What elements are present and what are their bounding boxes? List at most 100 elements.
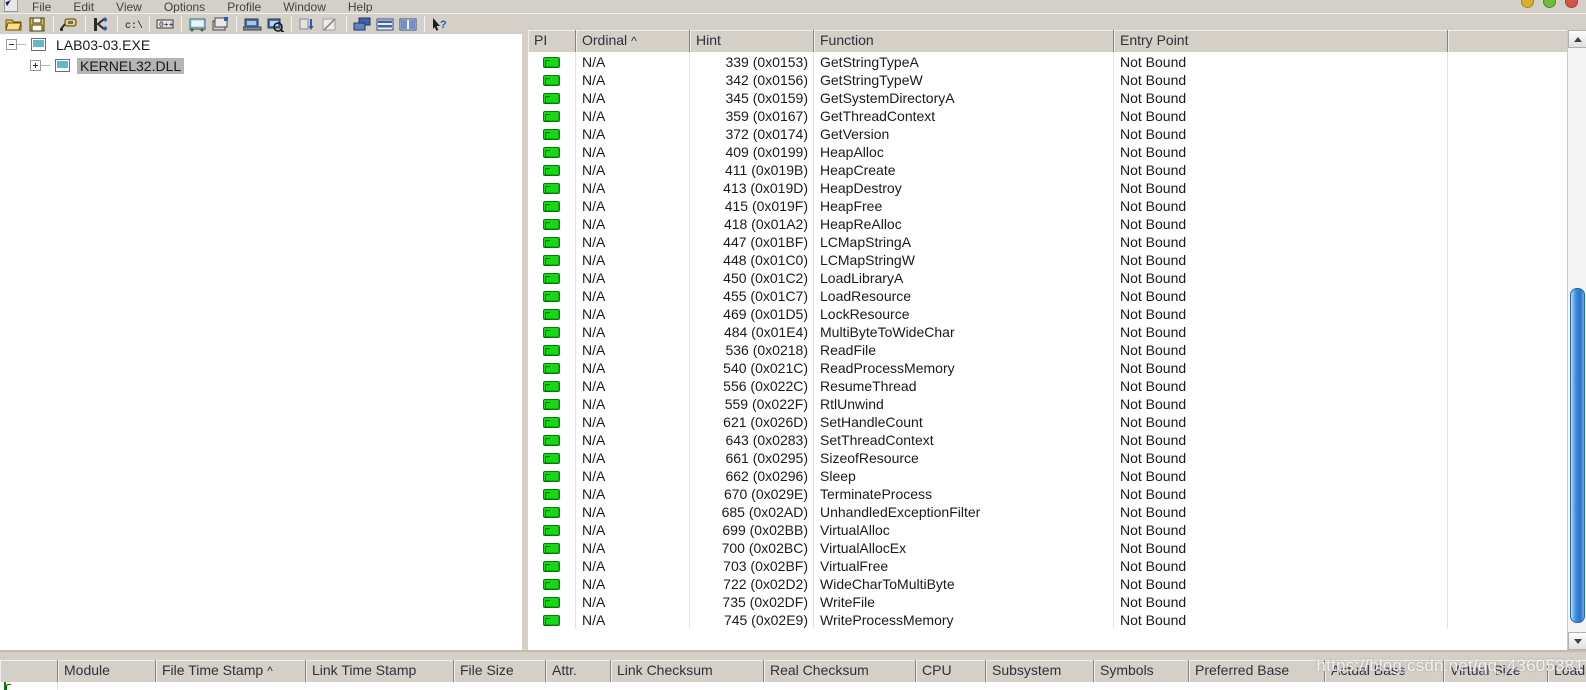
module-tree-panel[interactable]: LAB03-03.EXE KERNEL32.DLL [0,34,524,650]
cell-ordinal: N/A [576,197,690,215]
table-row[interactable]: N/A 345 (0x0159) GetSystemDirectoryA Not Bo… [528,89,1586,107]
table-row[interactable]: N/A 540 (0x021C) ReadProcessMemory Not Boun… [528,359,1586,377]
profile-icon[interactable] [319,15,341,34]
table-row[interactable]: N/A 621 (0x026D) SetHandleCount Not Bound [528,413,1586,431]
table-row[interactable]: N/A 413 (0x019D) HeapDestroy Not Bound [528,179,1586,197]
module-column-header-link-checksum[interactable]: Link Checksum [611,660,764,682]
table-row[interactable]: N/A 372 (0x0174) GetVersion Not Bound [528,125,1586,143]
menu-edit[interactable]: Edit [62,0,105,13]
menu-view[interactable]: View [105,0,153,13]
copy-icon[interactable] [351,15,373,34]
table-row[interactable]: N/A 484 (0x01E4) MultiByteToWideChar Not Bo… [528,323,1586,341]
search-path-icon[interactable] [264,15,286,34]
table-row[interactable] [0,682,1586,690]
menu-window[interactable]: Window [272,0,337,13]
cell-function: LCMapStringA [814,233,1114,251]
column-header-entry-point[interactable]: Entry Point [1114,30,1448,52]
table-row[interactable]: N/A 735 (0x02DF) WriteFile Not Bound [528,593,1586,611]
collapse-expander-icon[interactable] [6,39,17,50]
panel-splitter[interactable] [0,650,1586,660]
menu-profile[interactable]: Profile [216,0,272,13]
scroll-down-arrow-icon[interactable] [1568,632,1586,650]
maximize-button[interactable] [1543,0,1556,8]
scrollbar-track[interactable] [1568,48,1586,632]
sort-icon[interactable] [296,15,318,34]
table-row[interactable]: N/A 556 (0x022C) ResumeThread Not Bound [528,377,1586,395]
cell-ordinal: N/A [576,575,690,593]
table-row[interactable]: N/A 703 (0x02BF) VirtualFree Not Bound [528,557,1586,575]
system-info-icon[interactable] [241,15,263,34]
system-menu-icon[interactable] [1,0,21,13]
table-row[interactable]: N/A 448 (0x01C0) LCMapStringW Not Bound [528,251,1586,269]
table-row[interactable]: N/A 685 (0x02AD) UnhandledExceptionFilter N… [528,503,1586,521]
split-view-icon[interactable] [397,15,419,34]
undecorate-functions-icon[interactable] [90,15,112,34]
menu-file[interactable]: File [21,0,62,13]
expand-expander-icon[interactable] [30,60,41,71]
tree-node-root[interactable]: LAB03-03.EXE [0,34,522,55]
table-row[interactable]: N/A 700 (0x02BC) VirtualAllocEx Not Bound [528,539,1586,557]
column-header-filler[interactable] [1448,30,1576,52]
module-column-header-cpu[interactable]: CPU [916,660,986,682]
function-list-rows[interactable]: N/A 339 (0x0153) GetStringTypeA Not Bound N/… [528,53,1586,650]
table-row[interactable]: N/A 745 (0x02E9) WriteProcessMemory Not Bou… [528,611,1586,629]
table-row[interactable]: N/A 722 (0x02D2) WideCharToMultiByte Not Bo… [528,575,1586,593]
menu-help[interactable]: Help [337,0,384,13]
view-full-paths-icon[interactable] [58,15,80,34]
cell-pi [528,593,576,611]
table-row[interactable]: N/A 411 (0x019B) HeapCreate Not Bound [528,161,1586,179]
table-row[interactable]: N/A 469 (0x01D5) LockResource Not Bound [528,305,1586,323]
module-column-header-filler[interactable] [0,660,58,682]
parent-import-icon [543,344,560,356]
table-row[interactable]: N/A 455 (0x01C7) LoadResource Not Bound [528,287,1586,305]
table-row[interactable]: N/A 415 (0x019F) HeapFree Not Bound [528,197,1586,215]
table-row[interactable]: N/A 662 (0x0296) Sleep Not Bound [528,467,1586,485]
function-list-scrollbar[interactable] [1567,30,1586,650]
module-column-header-module[interactable]: Module [58,660,156,682]
menu-options[interactable]: Options [153,0,216,13]
tree-node-kernel32[interactable]: KERNEL32.DLL [0,55,522,76]
table-row[interactable]: N/A 643 (0x0283) SetThreadContext Not Bound [528,431,1586,449]
table-row[interactable]: N/A 536 (0x0218) ReadFile Not Bound [528,341,1586,359]
module-column-header-real-checksum[interactable]: Real Checksum [764,660,916,682]
column-header-pi[interactable]: PI [528,30,576,52]
table-row[interactable]: N/A 339 (0x0153) GetStringTypeA Not Bound [528,53,1586,71]
module-column-header-file-time-stamp[interactable]: File Time Stamp ^ [156,660,306,682]
table-row[interactable]: N/A 447 (0x01BF) LCMapStringA Not Bound [528,233,1586,251]
help-cursor-icon[interactable]: ? [429,15,451,34]
module-column-header-attr[interactable]: Attr. [546,660,611,682]
column-header-function[interactable]: Function [814,30,1114,52]
table-row[interactable]: N/A 359 (0x0167) GetThreadContext Not Bound [528,107,1586,125]
column-header-hint[interactable]: Hint [690,30,814,52]
table-row[interactable]: N/A 699 (0x02BB) VirtualAlloc Not Bound [528,521,1586,539]
module-column-header-link-time-stamp[interactable]: Link Time Stamp [306,660,454,682]
scrollbar-thumb[interactable] [1570,288,1585,623]
module-list-rows[interactable] [0,682,1586,690]
expand-all-icon[interactable]: c:\ [122,15,144,34]
module-column-header-subsystem[interactable]: Subsystem [986,660,1094,682]
collapse-all-icon[interactable]: 0++ [154,15,176,34]
auto-expand-icon[interactable] [186,15,208,34]
module-column-header-preferred-base[interactable]: Preferred Base [1189,660,1325,682]
full-paths-icon[interactable] [209,15,231,34]
module-column-header-virtual-size[interactable]: Virtual Size [1444,660,1548,682]
table-row[interactable]: N/A 342 (0x0156) GetStringTypeW Not Bound [528,71,1586,89]
table-row[interactable]: N/A 559 (0x022F) RtlUnwind Not Bound [528,395,1586,413]
view-list-icon[interactable] [374,15,396,34]
save-icon[interactable] [26,15,48,34]
module-column-header-load-order[interactable]: Load Order [1548,660,1586,682]
cell-ordinal: N/A [576,143,690,161]
table-row[interactable]: N/A 418 (0x01A2) HeapReAlloc Not Bound [528,215,1586,233]
module-column-header-symbols[interactable]: Symbols [1094,660,1189,682]
module-column-header-file-size[interactable]: File Size [454,660,546,682]
table-row[interactable]: N/A 670 (0x029E) TerminateProcess Not Bound [528,485,1586,503]
module-column-header-actual-base[interactable]: Actual Base [1325,660,1444,682]
table-row[interactable]: N/A 409 (0x0199) HeapAlloc Not Bound [528,143,1586,161]
scroll-up-arrow-icon[interactable] [1568,30,1586,48]
minimize-button[interactable] [1521,0,1534,8]
column-header-ordinal[interactable]: Ordinal ^ [576,30,690,52]
close-button[interactable] [1565,0,1578,8]
table-row[interactable]: N/A 661 (0x0295) SizeofResource Not Bound [528,449,1586,467]
table-row[interactable]: N/A 450 (0x01C2) LoadLibraryA Not Bound [528,269,1586,287]
open-icon[interactable] [3,15,25,34]
